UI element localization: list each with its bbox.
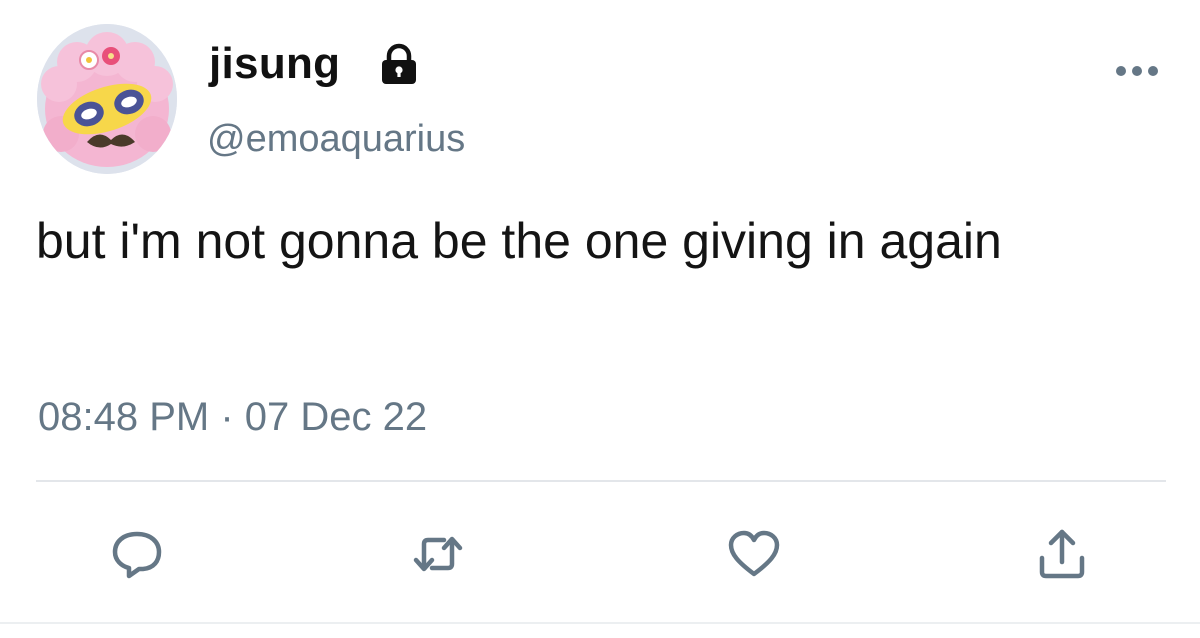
avatar-image xyxy=(37,24,177,174)
upload-icon xyxy=(1039,529,1085,579)
tweet-timestamp[interactable]: 08:48 PM · 07 Dec 22 xyxy=(38,395,427,440)
divider xyxy=(36,480,1166,482)
reply-button[interactable] xyxy=(109,526,165,582)
user-handle[interactable]: @emoaquarius xyxy=(207,118,465,161)
retweet-button[interactable] xyxy=(410,526,466,582)
retweet-arrows-icon xyxy=(413,536,463,572)
share-button[interactable] xyxy=(1034,526,1090,582)
avatar[interactable] xyxy=(37,24,177,174)
like-button[interactable] xyxy=(726,526,782,582)
lock-icon xyxy=(382,43,416,84)
tweet-card: jisung @emoaquarius but i'm not gonna be… xyxy=(0,0,1200,638)
display-name[interactable]: jisung xyxy=(209,39,340,89)
tweet-text: but i'm not gonna be the one giving in a… xyxy=(36,213,1002,269)
card-bottom-border xyxy=(0,622,1200,624)
more-dots-icon[interactable] xyxy=(1114,64,1160,78)
heart-icon xyxy=(728,530,780,577)
speech-bubble-icon xyxy=(112,531,162,579)
